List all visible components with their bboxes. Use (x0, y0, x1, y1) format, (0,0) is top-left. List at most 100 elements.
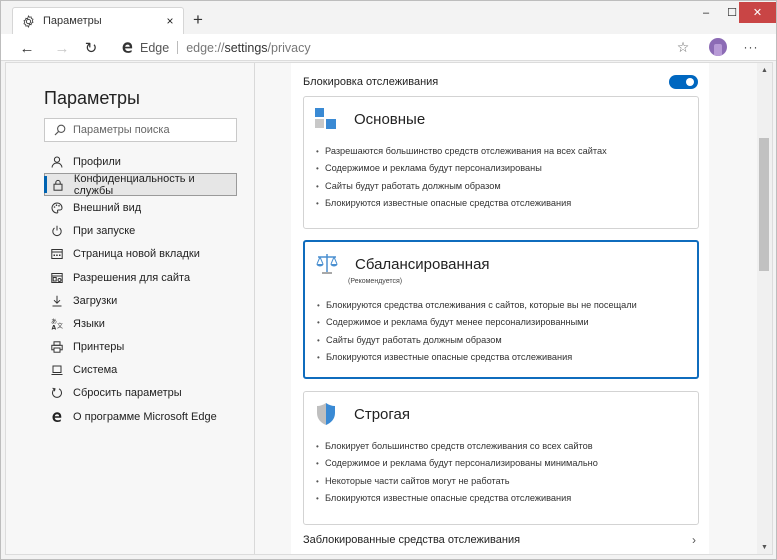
gear-icon (21, 14, 35, 28)
shield-icon (314, 402, 338, 426)
scroll-up-arrow-icon[interactable]: ▲ (757, 63, 772, 77)
address-separator (177, 41, 179, 54)
languages-icon: あA文 (50, 317, 64, 331)
settings-page: Параметры Профили Конфиденциальность и с… (5, 62, 773, 555)
card-title: Основные (354, 110, 426, 128)
close-window-button[interactable]: ✕ (739, 2, 776, 23)
toolbar: ← → ↻ Edge edge://settings/privacy ☆ ··· (1, 34, 776, 61)
bullet-item: Блокирует большинство средств отслеживан… (316, 438, 598, 456)
sidebar-item-site-permissions[interactable]: Разрешения для сайта (44, 266, 237, 289)
card-bullets: Блокирует большинство средств отслеживан… (316, 438, 598, 507)
sidebar-item-label: Профили (73, 155, 121, 168)
palette-icon (50, 201, 64, 215)
url-scheme: edge:// (186, 40, 225, 55)
browser-window: Параметры × + – ☐ ✕ ← → ↻ Edge edge://se… (0, 0, 777, 560)
chevron-right-icon: › (692, 533, 696, 547)
card-title: Строгая (354, 405, 410, 423)
settings-search[interactable] (44, 118, 237, 142)
reset-icon (50, 386, 64, 400)
sidebar-item-label: Система (73, 364, 118, 377)
favorite-star-icon[interactable]: ☆ (673, 37, 693, 57)
balanced-option-card[interactable]: Сбалансированная (Рекомендуется) Блокиру… (303, 240, 699, 379)
sidebar-item-label: Загрузки (73, 294, 118, 307)
site-identity-label: Edge (140, 40, 170, 55)
sidebar-item-reset[interactable]: Сбросить параметры (44, 382, 237, 405)
settings-sidebar: Параметры Профили Конфиденциальность и с… (6, 63, 255, 554)
bullet-item: Блокируются известные опасные средства о… (316, 490, 598, 508)
card-header: Основные (314, 107, 425, 131)
blocked-trackers-label: Заблокированные средства отслеживания (303, 534, 521, 546)
sidebar-item-label: Принтеры (73, 341, 125, 354)
bullet-item: Содержимое и реклама будут персонализиро… (316, 455, 598, 473)
tracking-prevention-header: Блокировка отслеживания (303, 73, 698, 91)
address-bar[interactable]: Edge edge://settings/privacy (112, 36, 697, 59)
sidebar-item-label: Разрешения для сайта (73, 271, 191, 284)
sidebar-item-appearance[interactable]: Внешний вид (44, 196, 237, 219)
sidebar-nav: Профили Конфиденциальность и службы Внеш… (44, 150, 237, 428)
sidebar-item-new-tab-page[interactable]: Страница новой вкладки (44, 243, 237, 266)
basic-option-card[interactable]: Основные Разрешаются большинство средств… (303, 96, 699, 229)
forward-button[interactable]: → (51, 37, 73, 59)
new-tab-button[interactable]: + (189, 10, 207, 28)
tab-title: Параметры (43, 15, 102, 27)
search-icon (53, 124, 66, 137)
edge-logo-icon (120, 41, 134, 55)
sidebar-item-downloads[interactable]: Загрузки (44, 289, 237, 312)
blocked-trackers-link[interactable]: Заблокированные средства отслеживания › (303, 531, 698, 549)
sidebar-item-printers[interactable]: Принтеры (44, 336, 237, 359)
scales-icon (315, 252, 339, 276)
download-icon (50, 294, 64, 308)
card-header: Сбалансированная (315, 252, 490, 276)
url-text[interactable]: edge://settings/privacy (186, 41, 310, 55)
main-scroll-area: Блокировка отслеживания Основные Разреша… (256, 63, 758, 554)
section-title: Блокировка отслеживания (303, 76, 439, 88)
url-path: /privacy (267, 40, 311, 55)
tab-strip: Параметры × + – ☐ ✕ (1, 1, 776, 34)
sidebar-item-profiles[interactable]: Профили (44, 150, 237, 173)
bullet-item: Некоторые части сайтов могут не работать (316, 473, 598, 491)
bullet-item: Блокируются известные опасные средства о… (316, 195, 607, 213)
sidebar-item-languages[interactable]: あA文 Языки (44, 312, 237, 335)
scroll-down-arrow-icon[interactable]: ▼ (757, 540, 772, 554)
sidebar-item-system[interactable]: Система (44, 359, 237, 382)
bullet-item: Разрешаются большинство средств отслежив… (316, 143, 607, 161)
minimize-button[interactable]: – (691, 1, 721, 24)
sidebar-item-label: О программе Microsoft Edge (73, 410, 217, 423)
site-permissions-icon (50, 271, 64, 285)
tab-settings[interactable]: Параметры × (12, 7, 184, 34)
sidebar-item-label: Языки (73, 317, 105, 330)
tracking-prevention-panel: Блокировка отслеживания Основные Разреша… (291, 63, 709, 554)
new-tab-page-icon (50, 247, 64, 261)
sidebar-item-startup[interactable]: При запуске (44, 220, 237, 243)
sidebar-item-label: Внешний вид (73, 201, 142, 214)
power-icon (50, 224, 64, 238)
close-tab-button[interactable]: × (161, 12, 179, 30)
printer-icon (50, 340, 64, 354)
profile-avatar[interactable] (709, 38, 727, 56)
sidebar-title: Параметры (44, 88, 140, 108)
sidebar-item-label: При запуске (73, 225, 136, 238)
strict-option-card[interactable]: Строгая Блокирует большинство средств от… (303, 391, 699, 525)
scroll-thumb[interactable] (759, 138, 769, 271)
tracking-prevention-toggle[interactable] (669, 75, 698, 89)
card-bullets: Блокируются средства отслеживания с сайт… (317, 297, 637, 366)
laptop-icon (50, 363, 64, 377)
sidebar-item-about[interactable]: О программе Microsoft Edge (44, 405, 237, 428)
vertical-scrollbar[interactable]: ▲ ▼ (757, 63, 772, 554)
url-host: settings (224, 40, 268, 55)
recommended-label: (Рекомендуется) (348, 278, 403, 285)
sidebar-item-label: Страница новой вкладки (73, 248, 200, 261)
card-header: Строгая (314, 402, 410, 426)
bullet-item: Блокируются средства отслеживания с сайт… (317, 297, 637, 315)
bullet-item: Сайты будут работать должным образом (316, 178, 607, 196)
person-icon (50, 155, 64, 169)
lock-icon (51, 178, 65, 192)
settings-search-input[interactable] (73, 124, 233, 136)
refresh-button[interactable]: ↻ (80, 37, 102, 59)
more-menu-button[interactable]: ··· (739, 38, 763, 56)
sidebar-item-label: Конфиденциальность и службы (73, 172, 195, 197)
sidebar-item-privacy[interactable]: Конфиденциальность и службы (44, 172, 237, 197)
sidebar-item-label: Сбросить параметры (73, 387, 182, 400)
bullet-item: Блокируются известные опасные средства о… (317, 349, 637, 367)
back-button[interactable]: ← (16, 37, 38, 59)
